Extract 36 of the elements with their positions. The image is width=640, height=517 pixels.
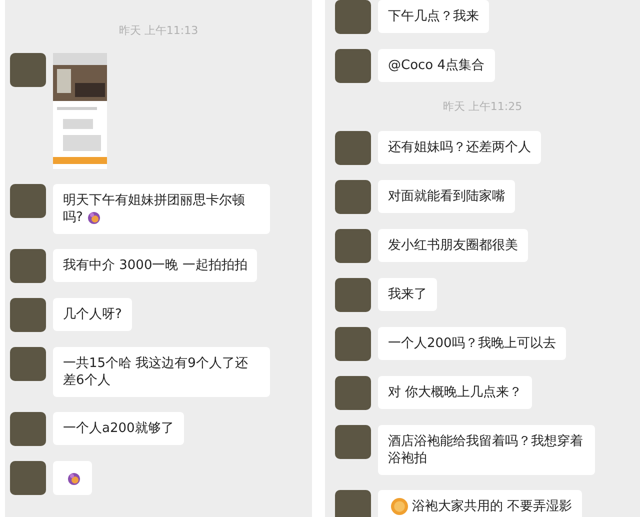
sticker-icon xyxy=(86,209,102,226)
message-bubble: 还有姐妹吗？还差两个人 xyxy=(378,131,541,164)
message-bubble: 明天下午有姐妹拼团丽思卡尔顿吗? xyxy=(53,184,270,234)
message-bubble: 发小红书朋友圈都很美 xyxy=(378,229,528,262)
avatar[interactable] xyxy=(10,249,46,283)
message-bubble: @Coco 4点集合 xyxy=(378,49,495,82)
emoji-icon xyxy=(391,498,408,515)
message-bubble: 对 你大概晚上几点来？ xyxy=(378,376,532,409)
avatar[interactable] xyxy=(10,53,46,87)
avatar[interactable] xyxy=(10,347,46,381)
timestamp: 昨天 上午11:13 xyxy=(118,23,198,39)
message-bubble: 一共15个哈 我这边有9个人了还差6个人 xyxy=(53,347,270,397)
message-bubble: 我来了 xyxy=(378,278,437,311)
avatar[interactable] xyxy=(10,412,46,446)
avatar[interactable] xyxy=(335,376,371,410)
avatar[interactable] xyxy=(335,131,371,165)
avatar[interactable] xyxy=(335,0,371,34)
message-bubble: 我有中介 3000一晚 一起拍拍拍 xyxy=(53,249,258,282)
sticker-icon xyxy=(66,470,82,486)
avatar[interactable] xyxy=(335,278,371,312)
avatar[interactable] xyxy=(335,425,371,459)
message-bubble: 下午几点？我来 xyxy=(378,0,489,33)
message-bubble: 一个人a200就够了 xyxy=(53,412,184,445)
avatar[interactable] xyxy=(335,49,371,83)
avatar[interactable] xyxy=(10,298,46,332)
timestamp: 昨天 上午11:25 xyxy=(442,99,522,115)
avatar[interactable] xyxy=(335,229,371,263)
message-bubble: 一个人200吗？我晚上可以去 xyxy=(378,327,566,360)
avatar[interactable] xyxy=(10,184,46,218)
avatar[interactable] xyxy=(335,327,371,361)
message-bubble: 对面就能看到陆家嘴 xyxy=(378,180,515,213)
avatar[interactable] xyxy=(335,180,371,214)
message-bubble: 酒店浴袍能给我留着吗？我想穿着浴袍拍 xyxy=(378,425,595,475)
avatar[interactable] xyxy=(10,461,46,495)
message-bubble: 浴袍大家共用的 不要弄湿影 xyxy=(378,490,582,517)
message-bubble: 几个人呀? xyxy=(53,298,132,331)
